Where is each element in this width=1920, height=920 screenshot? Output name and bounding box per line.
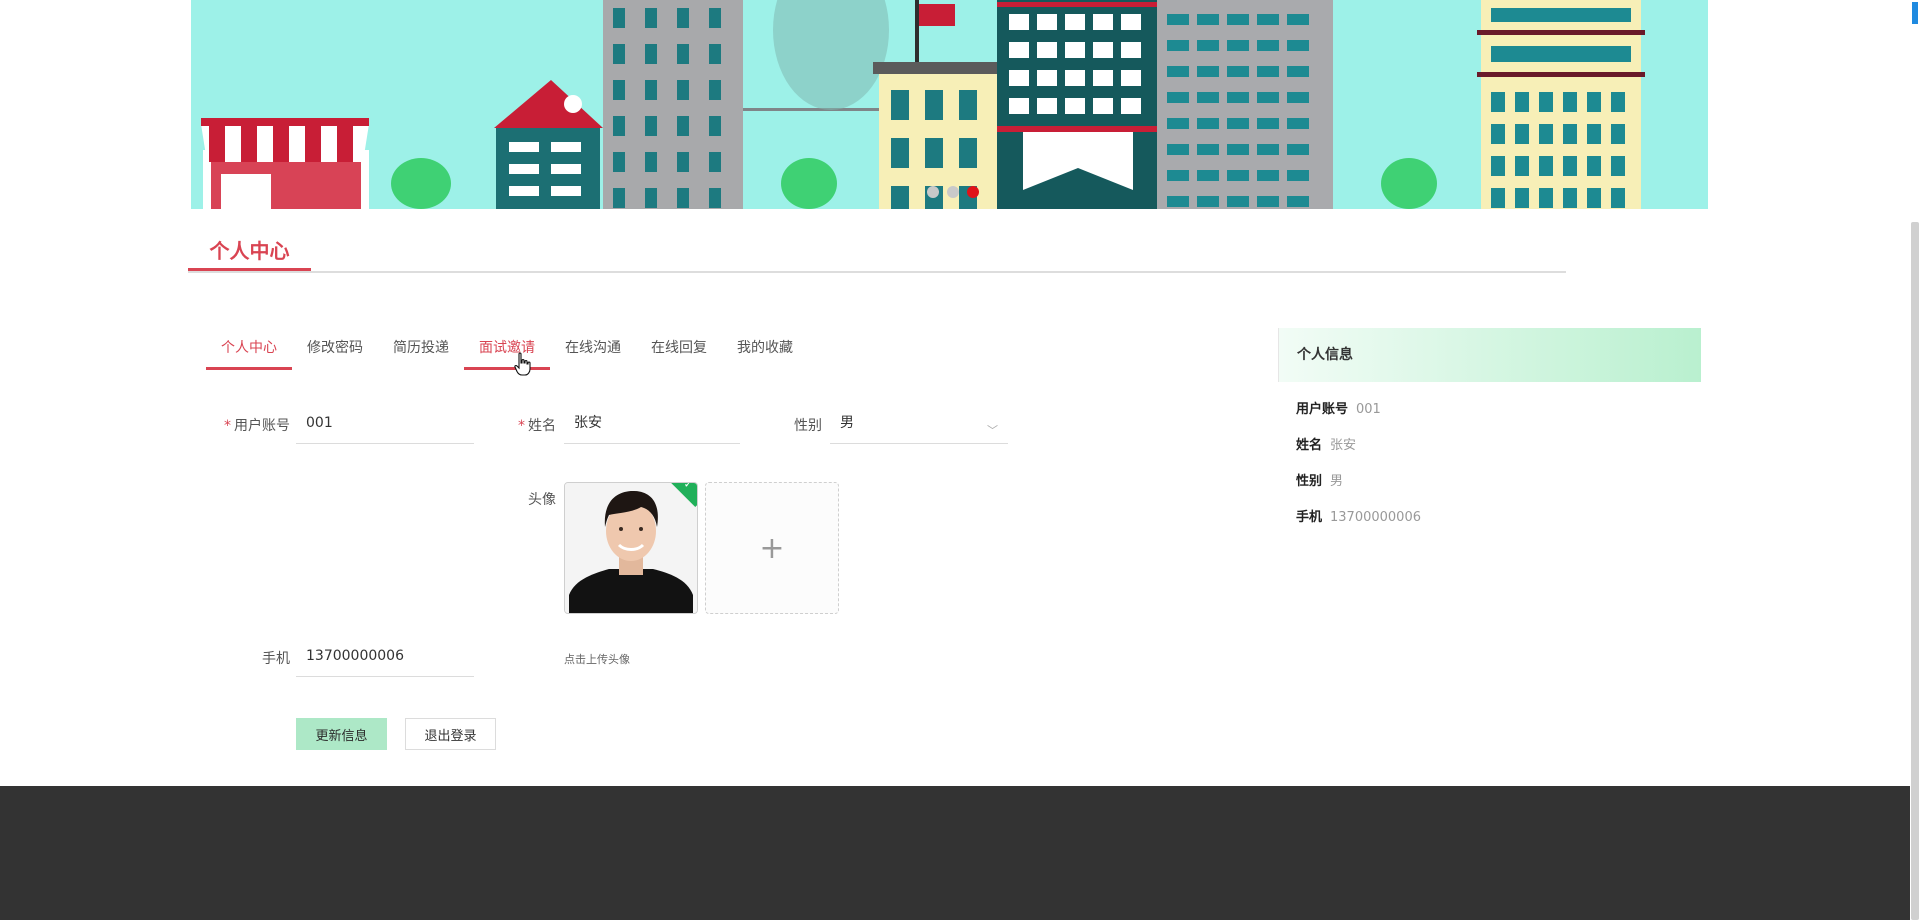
banner-carousel[interactable]	[191, 0, 1708, 209]
avatar-label: 头像	[528, 492, 556, 508]
scrollbar-thumb[interactable]	[1911, 222, 1919, 920]
avatar-preview[interactable]: ✓	[564, 482, 698, 614]
section-divider	[188, 271, 1566, 273]
phone-label: 手机	[262, 651, 290, 667]
chevron-down-icon: ﹀	[987, 424, 998, 437]
account-field[interactable]: 001	[296, 408, 474, 444]
carousel-dot[interactable]	[947, 186, 959, 198]
gender-value: 男	[840, 415, 854, 431]
profile-tabs: 个人中心 修改密码 简历投递 面试邀请 在线沟通 在线回复 我的收藏	[206, 336, 808, 372]
carousel-dot[interactable]	[927, 186, 939, 198]
phone-field[interactable]: 13700000006	[296, 641, 474, 677]
hand-cursor-icon	[514, 352, 531, 376]
carousel-indicators	[927, 186, 979, 198]
account-label: * 用户账号	[224, 418, 290, 434]
plus-icon: +	[759, 530, 785, 566]
tab-online-chat[interactable]: 在线沟通	[550, 336, 636, 370]
logout-button[interactable]: 退出登录	[405, 718, 496, 750]
info-row-phone: 手机 13700000006	[1296, 510, 1421, 525]
section-title: 个人中心	[188, 234, 311, 272]
name-field[interactable]: 张安	[564, 408, 740, 444]
gender-label: 性别	[794, 418, 822, 434]
tab-resume-submissions[interactable]: 简历投递	[378, 336, 464, 370]
tab-my-favorites[interactable]: 我的收藏	[722, 336, 808, 370]
update-info-button[interactable]: 更新信息	[296, 718, 387, 750]
info-row-gender: 性别男	[1296, 474, 1344, 489]
tab-change-password[interactable]: 修改密码	[292, 336, 378, 370]
upload-hint: 点击上传头像	[564, 653, 630, 666]
info-row-name: 姓名 张安	[1296, 438, 1357, 453]
page-footer	[0, 786, 1910, 920]
name-label: * 姓名	[518, 418, 556, 434]
tab-online-replies[interactable]: 在线回复	[636, 336, 722, 370]
tab-profile[interactable]: 个人中心	[206, 336, 292, 370]
check-icon: ✓	[683, 482, 693, 491]
avatar-upload-button[interactable]: +	[705, 482, 839, 614]
carousel-dot-active[interactable]	[967, 186, 979, 198]
info-panel-title: 个人信息	[1278, 328, 1701, 382]
avatar-photo	[565, 483, 697, 613]
info-row-account: 用户账号 001	[1296, 402, 1381, 417]
gender-select[interactable]: 男 ﹀	[830, 408, 1008, 444]
tab-interview-invitations[interactable]: 面试邀请	[464, 336, 550, 370]
scrollbar-indicator	[1912, 2, 1918, 24]
city-illustration	[201, 0, 1645, 209]
